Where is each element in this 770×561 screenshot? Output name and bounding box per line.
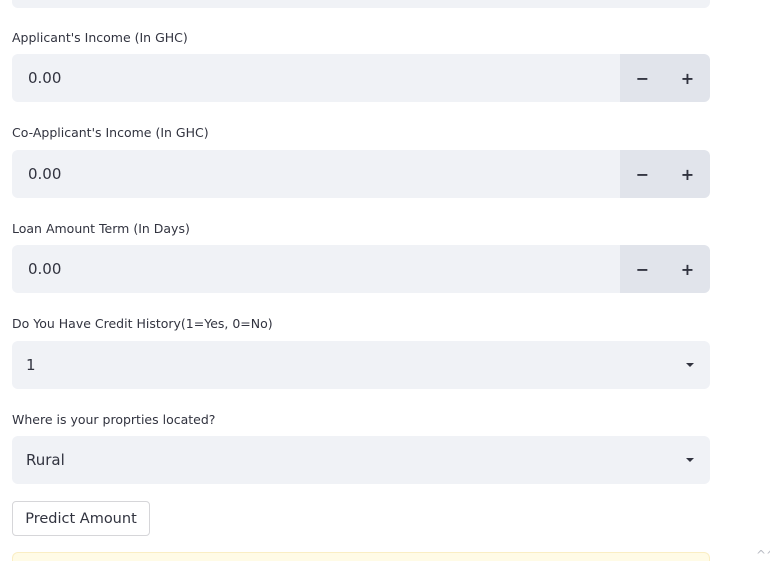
previous-input-edge[interactable]: [12, 0, 710, 8]
applicant-income-decrement-button[interactable]: −: [620, 54, 665, 102]
loan-term-input[interactable]: 0.00 − +: [12, 245, 710, 293]
loan-term-label: Loan Amount Term (In Days): [12, 221, 190, 236]
coapplicant-income-increment-button[interactable]: +: [665, 150, 710, 198]
credit-history-select[interactable]: 1: [12, 341, 710, 389]
credit-history-label: Do You Have Credit History(1=Yes, 0=No): [12, 316, 273, 331]
chevron-down-icon[interactable]: [686, 363, 694, 367]
applicant-income-label: Applicant's Income (In GHC): [12, 30, 188, 45]
applicant-income-stepper: − +: [620, 54, 710, 102]
loan-term-increment-button[interactable]: +: [665, 245, 710, 293]
result-alert: [12, 552, 710, 561]
credit-history-selected-value: 1: [26, 356, 36, 374]
coapplicant-income-label: Co-Applicant's Income (In GHC): [12, 125, 209, 140]
property-area-selected-value: Rural: [26, 451, 65, 469]
applicant-income-input[interactable]: 0.00 − +: [12, 54, 710, 102]
corner-caret-icon: ^^: [756, 548, 770, 561]
coapplicant-income-decrement-button[interactable]: −: [620, 150, 665, 198]
coapplicant-income-value[interactable]: 0.00: [12, 150, 620, 198]
loan-term-value[interactable]: 0.00: [12, 245, 620, 293]
coapplicant-income-stepper: − +: [620, 150, 710, 198]
coapplicant-income-input[interactable]: 0.00 − +: [12, 150, 710, 198]
property-area-label: Where is your proprties located?: [12, 412, 216, 427]
predict-amount-button[interactable]: Predict Amount: [12, 501, 150, 536]
applicant-income-increment-button[interactable]: +: [665, 54, 710, 102]
loan-prediction-form: Applicant's Income (In GHC) 0.00 − + Co-…: [0, 0, 770, 561]
chevron-down-icon[interactable]: [686, 458, 694, 462]
loan-term-stepper: − +: [620, 245, 710, 293]
property-area-select[interactable]: Rural: [12, 436, 710, 484]
applicant-income-value[interactable]: 0.00: [12, 54, 620, 102]
loan-term-decrement-button[interactable]: −: [620, 245, 665, 293]
